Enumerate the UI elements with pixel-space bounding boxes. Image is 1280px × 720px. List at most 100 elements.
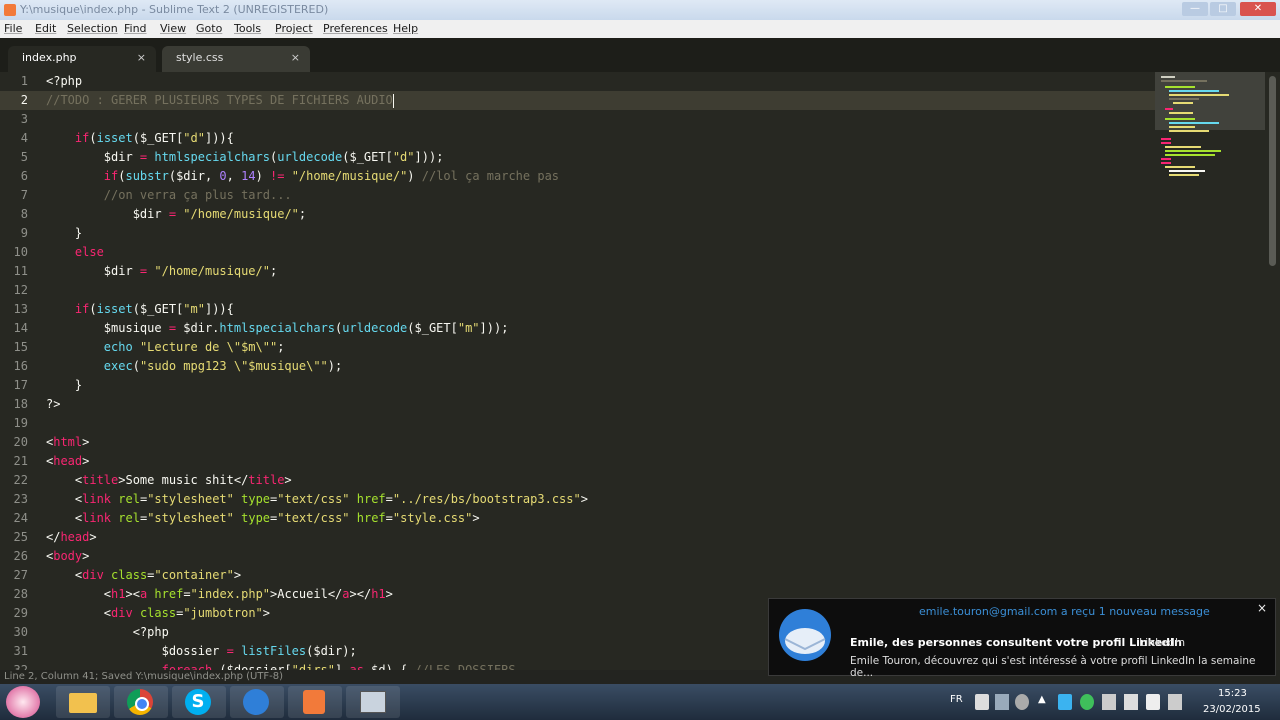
- code-line-11: $dir = "/home/musique/";: [46, 264, 278, 278]
- menu-view[interactable]: View: [160, 20, 186, 38]
- menu-selection[interactable]: Selection: [67, 20, 118, 38]
- file-explorer-icon[interactable]: [56, 686, 110, 718]
- minimize-button[interactable]: —: [1182, 2, 1208, 16]
- show-hidden-icons-icon[interactable]: ▲: [1038, 694, 1048, 710]
- tray-app-icon[interactable]: [1058, 694, 1072, 710]
- menu-tools[interactable]: Tools: [234, 20, 261, 38]
- notification-subject: Emile, des personnes consultent votre pr…: [850, 636, 1182, 649]
- line-number: 23: [13, 492, 28, 506]
- menu-project[interactable]: Project: [275, 20, 313, 38]
- tab-close-icon[interactable]: ×: [137, 46, 146, 70]
- menu-file[interactable]: File: [4, 20, 22, 38]
- window-title: Y:\musique\index.php - Sublime Text 2 (U…: [20, 3, 329, 16]
- tab-bar: index.php × style.css ×: [0, 38, 1280, 72]
- line-number-gutter: 1 2 3 4 5 6 7 8 9 10 11 12 13 14 15 16 1…: [0, 72, 40, 677]
- line-number: 22: [13, 473, 28, 487]
- line-number: 20: [13, 435, 28, 449]
- code-line-16: exec("sudo mpg123 \"$musique\"");: [103, 359, 343, 373]
- menu-help[interactable]: Help: [393, 20, 418, 38]
- code-line-24: <link rel="stylesheet" type="text/css" h…: [46, 511, 480, 525]
- code-line-15: echo "Lecture de \"$m\"";: [103, 340, 285, 354]
- line-number: 31: [13, 644, 28, 658]
- chrome-icon[interactable]: [114, 686, 168, 718]
- line-number: 9: [20, 226, 28, 240]
- line-number: 1: [20, 74, 28, 88]
- text-cursor: [392, 93, 394, 108]
- language-indicator[interactable]: FR: [950, 694, 963, 710]
- minimap-line: [1169, 94, 1229, 96]
- volume-icon[interactable]: [1146, 694, 1160, 710]
- close-button[interactable]: ✕: [1240, 2, 1276, 16]
- minimap-line: [1161, 162, 1171, 164]
- code-line-1: <?php: [46, 74, 83, 88]
- code-line-22: <title>Some music shit</title>: [46, 473, 292, 487]
- line-number: 27: [13, 568, 28, 582]
- putty-icon[interactable]: [346, 686, 400, 718]
- code-line-26: <body>: [46, 549, 90, 563]
- minimap-line: [1161, 80, 1207, 82]
- line-number: 25: [13, 530, 28, 544]
- code-line-28: <h1><a href="index.php">Accueil</a></h1>: [46, 587, 393, 601]
- tab-close-icon[interactable]: ×: [291, 46, 300, 70]
- minimap-line: [1165, 86, 1195, 88]
- menu-goto[interactable]: Goto: [196, 20, 222, 38]
- minimap-line: [1169, 130, 1209, 132]
- menu-edit[interactable]: Edit: [35, 20, 56, 38]
- minimap-line: [1169, 126, 1195, 128]
- signal-icon[interactable]: [1124, 694, 1138, 710]
- minimap-line: [1169, 122, 1219, 124]
- tray-app-icon[interactable]: [1080, 694, 1094, 710]
- vertical-scrollbar[interactable]: [1266, 72, 1280, 670]
- clock-date[interactable]: 23/02/2015: [1203, 704, 1261, 715]
- keyboard-icon[interactable]: [975, 694, 989, 710]
- minimap-line: [1165, 118, 1195, 120]
- notification-sender: LinkedIn: [1139, 636, 1186, 649]
- notification-header: emile.touron@gmail.com a reçu 1 nouveau …: [919, 605, 1210, 618]
- menu-bar: File Edit Selection Find View Goto Tools…: [0, 20, 1280, 38]
- line-number: 28: [13, 587, 28, 601]
- maximize-button[interactable]: □: [1210, 2, 1236, 16]
- line-number: 5: [20, 150, 28, 164]
- system-icon[interactable]: [1015, 694, 1029, 710]
- tab-label: style.css: [176, 51, 224, 64]
- action-center-icon[interactable]: [1102, 694, 1116, 710]
- minimap-line: [1169, 170, 1205, 172]
- notification-close-icon[interactable]: ×: [1257, 601, 1267, 615]
- scrollbar-thumb[interactable]: [1269, 76, 1276, 266]
- notification-preview: Emile Touron, découvrez qui s'est intére…: [850, 655, 1256, 679]
- tab-index-php[interactable]: index.php ×: [8, 46, 156, 72]
- code-line-10: else: [74, 245, 104, 259]
- menu-find[interactable]: Find: [124, 20, 147, 38]
- skype-icon[interactable]: S: [172, 686, 226, 718]
- minimap-line: [1161, 142, 1171, 144]
- code-line-18: ?>: [46, 397, 61, 411]
- network-icon[interactable]: [995, 694, 1009, 710]
- thunderbird-icon: [779, 609, 831, 661]
- line-number: 7: [20, 188, 28, 202]
- code-line-2: //TODO : GERER PLUSIEURS TYPES DE FICHIE…: [46, 93, 394, 108]
- code-line-13: if(isset($_GET["m"])){: [74, 302, 234, 316]
- start-icon[interactable]: [6, 686, 40, 718]
- code-line-27: <div class="container">: [46, 568, 242, 582]
- code-line-20: <html>: [46, 435, 90, 449]
- minimap-line: [1165, 146, 1201, 148]
- tab-style-css[interactable]: style.css ×: [162, 46, 310, 72]
- clock-time[interactable]: 15:23: [1218, 688, 1247, 699]
- menu-preferences[interactable]: Preferences: [323, 20, 388, 38]
- minimap-line: [1169, 174, 1199, 176]
- sublime-text-icon[interactable]: [288, 686, 342, 718]
- minimap-line: [1161, 76, 1175, 78]
- line-number: 10: [13, 245, 28, 259]
- power-icon[interactable]: [1168, 694, 1182, 710]
- minimap-line: [1165, 154, 1215, 156]
- code-line-5: $dir = htmlspecialchars(urldecode($_GET[…: [46, 150, 444, 164]
- minimap-line: [1161, 158, 1171, 160]
- code-line-6: if(substr($dir, 0, 14) != "/home/musique…: [103, 169, 560, 183]
- code-line-17: }: [46, 378, 83, 392]
- thunderbird-icon[interactable]: [230, 686, 284, 718]
- mail-notification[interactable]: emile.touron@gmail.com a reçu 1 nouveau …: [768, 598, 1276, 679]
- code-editor[interactable]: 1 2 3 4 5 6 7 8 9 10 11 12 13 14 15 16 1…: [0, 72, 1280, 677]
- code-line-9: }: [46, 226, 83, 240]
- minimap[interactable]: [1155, 72, 1265, 670]
- line-number: 6: [20, 169, 28, 183]
